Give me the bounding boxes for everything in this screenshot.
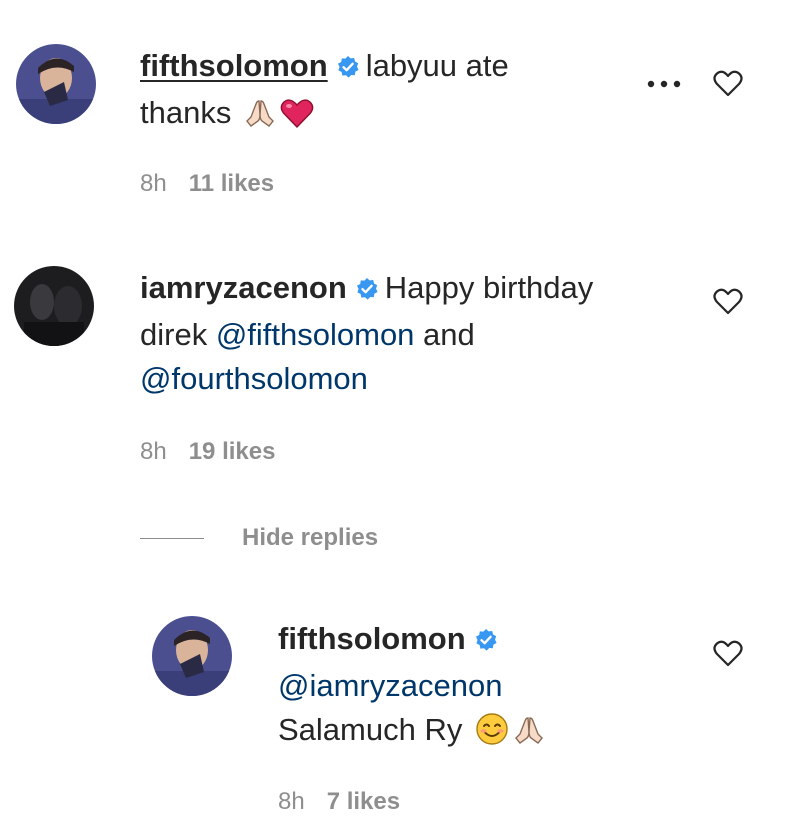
mention-link[interactable]: @fifthsolomon bbox=[216, 317, 415, 352]
likes-count[interactable]: 11 likes bbox=[189, 170, 274, 197]
comment-text: fifthsolomon labyuu ate thanks bbox=[140, 44, 680, 141]
avatar[interactable] bbox=[152, 616, 232, 696]
timestamp[interactable]: 8h bbox=[140, 170, 167, 197]
likes-count[interactable]: 19 likes bbox=[189, 438, 276, 465]
verified-badge-icon bbox=[355, 269, 379, 313]
comment-body-line2-suffix: and bbox=[414, 317, 475, 352]
mention-link[interactable]: @fourthsolomon bbox=[140, 361, 368, 396]
username-link[interactable]: fifthsolomon bbox=[140, 48, 328, 83]
hide-replies-button[interactable]: Hide replies bbox=[140, 520, 378, 556]
smiling-face-emoji-icon bbox=[475, 712, 509, 758]
comment-body-line2: thanks bbox=[140, 95, 232, 130]
folded-hands-emoji-icon bbox=[244, 97, 276, 141]
comment-body-line2-prefix: direk bbox=[140, 317, 216, 352]
username-link[interactable]: fifthsolomon bbox=[278, 621, 466, 656]
divider bbox=[140, 537, 204, 539]
comment-text: iamryzacenon Happy birthday direk @fifths… bbox=[140, 266, 680, 401]
mention-link[interactable]: @iamryzacenon bbox=[278, 668, 502, 703]
verified-badge-icon bbox=[474, 620, 498, 664]
hide-replies-label: Hide replies bbox=[242, 524, 379, 551]
reply-text: fifthsolomon @iamryzacenon Salamuch Ry bbox=[278, 617, 688, 758]
timestamp[interactable]: 8h bbox=[140, 438, 167, 465]
red-heart-emoji-icon bbox=[280, 97, 314, 141]
username-link[interactable]: iamryzacenon bbox=[140, 270, 347, 305]
like-heart-icon[interactable] bbox=[713, 69, 743, 102]
timestamp[interactable]: 8h bbox=[278, 788, 305, 815]
comment-body-line1: Happy birthday bbox=[384, 270, 594, 305]
avatar[interactable] bbox=[14, 266, 94, 346]
reply-meta: 8h 7 likes bbox=[278, 788, 400, 816]
folded-hands-emoji-icon bbox=[513, 714, 545, 758]
verified-badge-icon bbox=[336, 47, 360, 91]
more-options-icon[interactable] bbox=[646, 76, 682, 94]
likes-count[interactable]: 7 likes bbox=[327, 788, 400, 815]
like-heart-icon[interactable] bbox=[713, 639, 743, 672]
like-heart-icon[interactable] bbox=[713, 287, 743, 320]
avatar[interactable] bbox=[16, 44, 96, 124]
reply-body: Salamuch Ry bbox=[278, 712, 463, 747]
comment-meta: 8h 19 likes bbox=[140, 438, 275, 466]
comment-meta: 8h 11 likes bbox=[140, 170, 274, 198]
comment-body-line1: labyuu ate bbox=[365, 48, 509, 83]
